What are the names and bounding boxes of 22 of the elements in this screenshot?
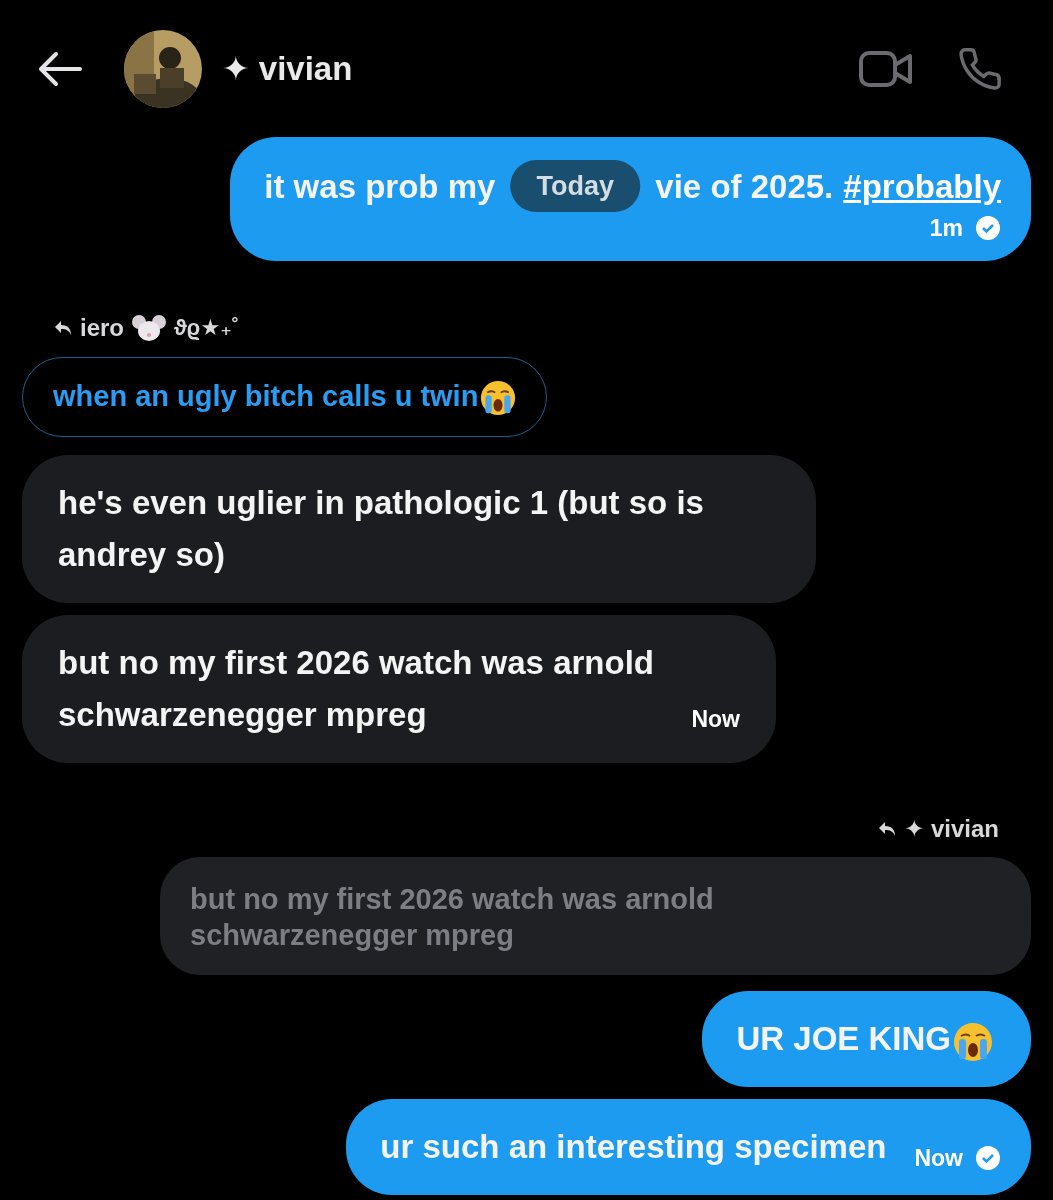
hashtag-link[interactable]: #probably [843, 168, 1001, 205]
message-time: Now [691, 705, 740, 735]
message-text: UR JOE KING [736, 1020, 951, 1058]
date-pill: Today [510, 160, 641, 212]
reply-icon [54, 320, 72, 336]
reply-icon [878, 821, 897, 838]
message-text: he's even uglier in pathologic 1 (but so is andrey so) [58, 484, 705, 574]
message-text: but no my first 2026 watch was arnold schwarzenegger mpreg [58, 643, 655, 736]
reply-sender-name: ✦ vivian [904, 815, 999, 844]
message-text: ur such an interesting specimen [380, 1127, 887, 1168]
reply-sender-name: iero [80, 314, 124, 342]
name-decoration: ϑϱ★₊˚ [174, 315, 240, 341]
back-button[interactable] [38, 50, 82, 87]
message-time: 1m [929, 214, 963, 243]
message-text: it was prob my [264, 168, 496, 205]
phone-call-button[interactable] [957, 45, 1003, 92]
quoted-text: but no my first 2026 watch was arnold schwarzenegger mpreg [190, 882, 715, 954]
message-text: vie of 2025. [655, 168, 834, 205]
message-time: Now [914, 1144, 963, 1174]
video-call-button[interactable] [859, 48, 913, 89]
quoted-text: when an ugly bitch calls u twin [53, 380, 479, 412]
contact-name: ✦ vivian [222, 49, 354, 88]
